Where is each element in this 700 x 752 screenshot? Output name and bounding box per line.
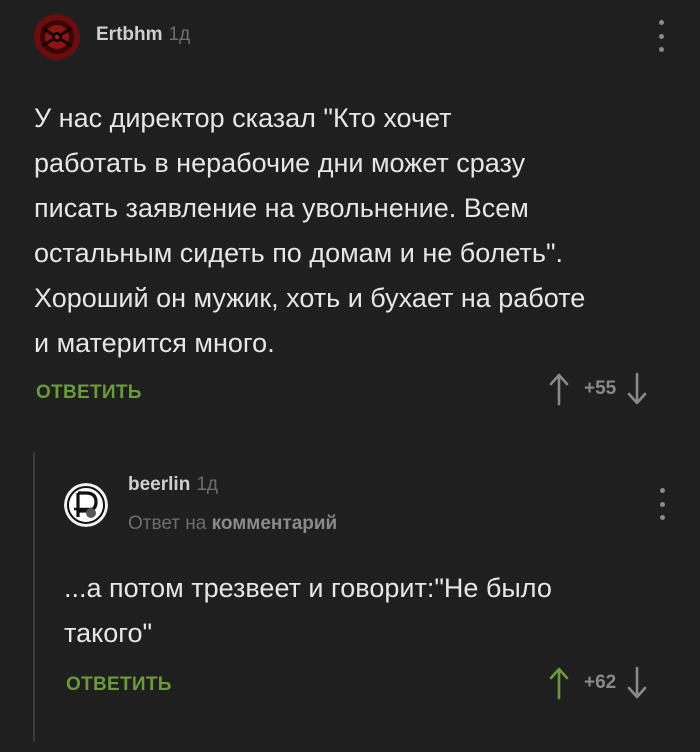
downvote-arrow-icon[interactable]	[626, 666, 648, 700]
more-options-icon[interactable]	[655, 20, 667, 52]
comment-username[interactable]: beerlin 1д	[128, 474, 218, 496]
thread-line[interactable]	[33, 452, 35, 742]
comment-time: 1д	[168, 24, 191, 45]
comment-text: ...а потом трезвеет и говорит:"Не было т…	[64, 573, 552, 648]
avatar-beerlin[interactable]	[64, 483, 108, 527]
reply-to-info: Ответ на комментарий	[128, 513, 337, 535]
comment-username[interactable]: Ertbhm 1д	[96, 24, 190, 46]
upvote-arrow-icon[interactable]	[548, 666, 570, 700]
comment-ertbhm: Ertbhm 1д У нас директор сказал "Кто хоче…	[0, 0, 700, 430]
reply-button[interactable]: ОТВЕТИТЬ	[66, 674, 172, 696]
comment-text: У нас директор сказал "Кто хочет работат…	[34, 103, 586, 358]
username-text[interactable]: Ertbhm	[96, 24, 163, 45]
avatar-ertbhm[interactable]	[34, 14, 80, 60]
more-options-icon[interactable]	[656, 488, 668, 520]
vote-controls: +62	[548, 666, 648, 700]
comment-score: +55	[584, 378, 617, 399]
reply-target-link[interactable]: комментарий	[212, 513, 338, 534]
reply-button[interactable]: ОТВЕТИТЬ	[36, 382, 142, 404]
sharingan-avatar-icon	[34, 14, 80, 60]
logo-avatar-icon	[64, 483, 108, 527]
downvote-arrow-icon[interactable]	[626, 372, 648, 406]
reply-prefix: Ответ на	[128, 513, 207, 534]
comment-time: 1д	[196, 474, 218, 495]
comment-score: +62	[584, 672, 617, 693]
vote-controls: +55	[548, 372, 648, 406]
username-text[interactable]: beerlin	[128, 474, 190, 495]
upvote-arrow-icon[interactable]	[548, 372, 570, 406]
